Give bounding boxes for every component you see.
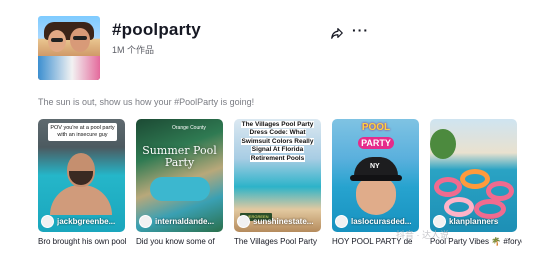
thumbnail-overlay-text: POV you're at a pool party with an insec… — [48, 123, 117, 141]
avatar — [41, 215, 54, 228]
video-card[interactable]: POOL PARTY NY laslocurasded... HOY POOL … — [332, 119, 419, 246]
video-author[interactable]: klanplanners — [433, 215, 515, 228]
author-name: jackbgreenbe... — [57, 217, 116, 226]
video-author[interactable]: internaldande... — [139, 215, 221, 228]
video-thumbnail[interactable]: klanplanners — [430, 119, 517, 232]
video-caption[interactable]: Did you know some of — [136, 237, 228, 246]
avatar — [139, 215, 152, 228]
share-icon[interactable] — [330, 26, 344, 40]
video-thumbnail[interactable]: Orange County Summer Pool Party internal… — [136, 119, 223, 232]
watermark: 抖音 · 达人说 — [396, 230, 449, 240]
video-thumbnail[interactable]: POOL PARTY NY laslocurasded... — [332, 119, 419, 232]
video-author[interactable]: jackbgreenbe... — [41, 215, 123, 228]
avatar — [237, 215, 250, 228]
video-card[interactable]: The Villages Pool Party Dress Code: What… — [234, 119, 321, 246]
video-thumbnail[interactable]: POV you're at a pool party with an insec… — [38, 119, 125, 232]
video-card[interactable]: POV you're at a pool party with an insec… — [38, 119, 127, 246]
video-caption[interactable]: The Villages Pool Party — [234, 237, 326, 246]
video-caption[interactable]: Bro brought his own pool — [38, 237, 130, 246]
thumbnail-overlay-text: Orange County — [172, 125, 206, 131]
hashtag-description: The sun is out, show us how your #PoolPa… — [38, 97, 255, 107]
video-card[interactable]: Orange County Summer Pool Party internal… — [136, 119, 223, 246]
video-card[interactable]: klanplanners Pool Party Vibes 🌴 #foryou — [430, 119, 522, 246]
more-options-icon[interactable]: ··· — [352, 22, 369, 38]
avatar — [433, 215, 446, 228]
video-thumbnail[interactable]: The Villages Pool Party Dress Code: What… — [234, 119, 321, 232]
video-author[interactable]: sunshinestate... — [237, 215, 319, 228]
hashtag-cover-image — [38, 16, 100, 80]
hashtag-header: #poolparty 1M 个作品 ··· — [38, 16, 518, 82]
video-author[interactable]: laslocurasded... — [335, 215, 417, 228]
author-name: internaldande... — [155, 217, 215, 226]
thumbnail-overlay-text: The Villages Pool Party Dress Code: What… — [240, 121, 315, 162]
video-count: 1M 个作品 — [112, 45, 155, 55]
author-name: laslocurasded... — [351, 217, 412, 226]
thumbnail-badge: POOL PARTY — [354, 122, 398, 149]
avatar — [335, 215, 348, 228]
author-name: sunshinestate... — [253, 217, 314, 226]
author-name: klanplanners — [449, 217, 499, 226]
page-title: #poolparty — [112, 20, 201, 39]
thumbnail-overlay-title: Summer Pool Party — [142, 144, 217, 169]
